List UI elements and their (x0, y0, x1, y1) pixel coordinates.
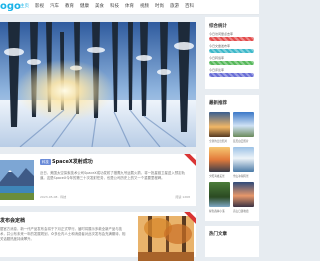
nav-item-education[interactable]: 教育 (65, 3, 74, 11)
article-thumbnail[interactable] (0, 160, 34, 200)
rate-bar (209, 73, 254, 77)
thumb-caption[interactable]: 绿色森林小溪 (209, 209, 225, 213)
article-title[interactable]: SpaceX发射成功 (52, 159, 93, 165)
stats-title: 综合统计 (209, 24, 227, 29)
hero-slider[interactable] (0, 22, 196, 147)
rate-bar (209, 37, 254, 41)
thumb-caption[interactable]: 蓝天白云照片 (233, 139, 249, 143)
rate-label: 今日访问量点击率 (209, 32, 234, 36)
hot-ribbon-icon (184, 212, 196, 224)
hero-image (0, 22, 196, 147)
nav-item-wiki[interactable]: 百科 (185, 3, 194, 11)
thumb-caption[interactable]: 全新的日出照片 (209, 139, 227, 143)
article-card[interactable]: 科技 SpaceX发射成功 近日，美国太空探索技术公司SpaceX成功发射了猎鹰… (0, 154, 196, 206)
article-excerpt: 据官方消息，新一代产品发布会将于下月正式举行。届时将展示多款全新产品与技术，并公… (0, 227, 126, 242)
hot-ribbon-icon (184, 154, 196, 166)
thumb-sky[interactable] (233, 112, 254, 137)
top-navigation-bar: ogo 主页 影视 汽车 教育 健康 美食 科技 体育 视频 时尚 旅游 百科 (0, 0, 259, 15)
mountain-lake-image (0, 160, 34, 200)
recommend-title: 最新推荐 (209, 101, 227, 106)
nav-item-cars[interactable]: 汽车 (50, 3, 59, 11)
article-card[interactable]: 发布会定档 据官方消息，新一代产品发布会将于下月正式举行。届时将展示多款全新产品… (0, 212, 196, 261)
stats-panel: 综合统计 今日访问量点击率 今日文章发布率 今日转载率 今日评论率 (205, 17, 259, 89)
rate-list: 今日访问量点击率 今日文章发布率 今日转载率 今日评论率 (209, 32, 255, 80)
category-badge[interactable]: 科技 (40, 159, 51, 165)
nav-item-health[interactable]: 健康 (80, 3, 89, 11)
hot-title: 热门文章 (209, 232, 227, 237)
thumb-sunrise[interactable] (209, 112, 230, 137)
nav-item-home[interactable]: 主页 (20, 3, 29, 11)
nav-item-food[interactable]: 美食 (95, 3, 104, 11)
nav-item-travel[interactable]: 旅游 (170, 3, 179, 11)
rate-bar (209, 49, 254, 53)
article-meta: 2023-05-08 · 科技 (40, 195, 67, 199)
nav-item-fashion[interactable]: 时尚 (155, 3, 164, 11)
rate-label: 今日评论率 (209, 68, 225, 72)
article-excerpt: 近日，美国太空探索技术公司SpaceX成功发射了猎鹰九号运载火箭，将一批星链卫星… (40, 171, 185, 180)
rate-item: 今日评论率 (209, 68, 255, 80)
article-views: 阅读 1268 (175, 195, 190, 199)
article-title[interactable]: 发布会定档 (0, 217, 25, 224)
rate-item: 今日访问量点击率 (209, 32, 255, 44)
nav-item-movies[interactable]: 影视 (35, 3, 44, 11)
rate-item: 今日转载率 (209, 56, 255, 68)
thumb-caption[interactable]: 雪山冰湖风景 (233, 174, 249, 178)
thumb-mountain[interactable] (233, 182, 254, 207)
rate-label: 今日文章发布率 (209, 44, 231, 48)
nav-item-sports[interactable]: 体育 (125, 3, 134, 11)
hot-panel: 热门文章 (205, 226, 259, 257)
thumb-beach[interactable] (209, 147, 230, 172)
nav-item-video[interactable]: 视频 (140, 3, 149, 11)
thumb-caption[interactable]: 夕阳海滩美景 (209, 174, 225, 178)
rate-bar (209, 61, 254, 65)
thumb-forest[interactable] (209, 182, 230, 207)
nav-item-tech[interactable]: 科技 (110, 3, 119, 11)
site-logo[interactable]: ogo (0, 1, 21, 13)
thumb-caption[interactable]: 高山日落晚霞 (233, 209, 249, 213)
thumb-lake[interactable] (233, 147, 254, 172)
main-nav: 主页 影视 汽车 教育 健康 美食 科技 体育 视频 时尚 旅游 百科 (20, 3, 194, 11)
rate-item: 今日文章发布率 (209, 44, 255, 56)
recommend-panel: 最新推荐 全新的日出照片 蓝天白云照片 夕阳海滩美景 雪山冰湖风景 绿色森林小溪… (205, 95, 259, 221)
rate-label: 今日转载率 (209, 56, 225, 60)
